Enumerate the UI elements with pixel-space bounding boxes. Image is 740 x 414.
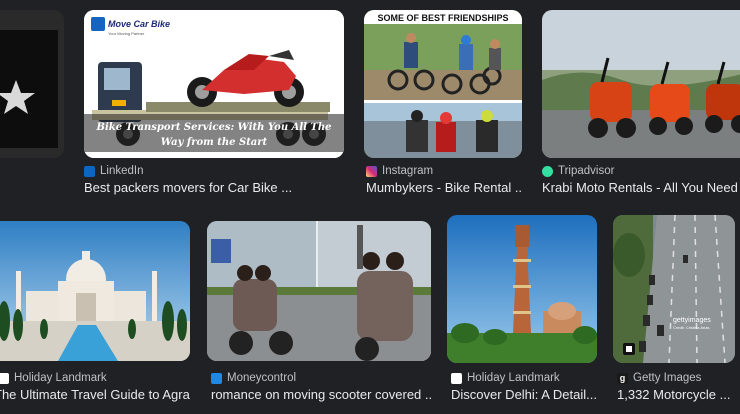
image-banner: SOME OF BEST FRIENDSHIPS	[377, 13, 508, 23]
result-title-3[interactable]: Krabi Moto Rentals - All You Need to ...	[542, 180, 740, 195]
result-image-3[interactable]	[542, 10, 740, 158]
linkedin-icon	[84, 165, 95, 177]
result-source-7[interactable]: g Getty Images	[617, 372, 701, 384]
result-source-4[interactable]: Holiday Landmark	[0, 372, 107, 384]
result-title-1[interactable]: Best packers movers for Car Bike ...	[84, 180, 344, 195]
image-caption-line-1: Bike Transport Services: With You All Th…	[96, 122, 332, 133]
result-image-2[interactable]: SOME OF BEST FRIENDSHIPS	[364, 10, 522, 158]
result-title-4[interactable]: The Ultimate Travel Guide to Agra ...	[0, 387, 190, 402]
result-source-1[interactable]: LinkedIn	[84, 165, 143, 177]
logo-text: Move Car Bike	[108, 19, 170, 29]
result-title-6[interactable]: Discover Delhi: A Detail...	[451, 387, 597, 402]
result-image-5[interactable]	[207, 221, 431, 361]
result-title-7[interactable]: 1,332 Motorcycle ...	[617, 387, 740, 402]
result-image-7[interactable]: gettyimages Credit: Cristina Arias	[613, 215, 735, 363]
getty-credit: Credit: Cristina Arias	[673, 325, 709, 330]
getty-watermark: gettyimages	[673, 317, 711, 324]
result-image-0[interactable]	[0, 10, 64, 158]
result-title-5[interactable]: romance on moving scooter covered ...	[211, 387, 431, 402]
svg-text:Your Moving Partner: Your Moving Partner	[108, 31, 145, 36]
result-source-5[interactable]: Moneycontrol	[211, 372, 296, 384]
holiday-landmark-icon	[451, 372, 462, 384]
result-source-2[interactable]: Instagram	[366, 165, 433, 177]
result-image-6[interactable]	[447, 215, 597, 363]
instagram-icon	[366, 165, 377, 177]
moneycontrol-icon	[211, 372, 222, 384]
image-caption-line-2: Way from the Start	[161, 137, 268, 148]
result-title-2[interactable]: Mumbykers - Bike Rental ...	[366, 180, 522, 195]
result-image-1[interactable]: Move Car Bike Your Moving Partner Bike T…	[84, 10, 344, 158]
holiday-landmark-icon	[0, 372, 9, 384]
getty-icon: g	[617, 372, 628, 384]
tripadvisor-icon	[542, 165, 553, 177]
result-source-3[interactable]: Tripadvisor	[542, 165, 614, 177]
result-image-4[interactable]	[0, 221, 190, 361]
result-source-6[interactable]: Holiday Landmark	[451, 372, 560, 384]
